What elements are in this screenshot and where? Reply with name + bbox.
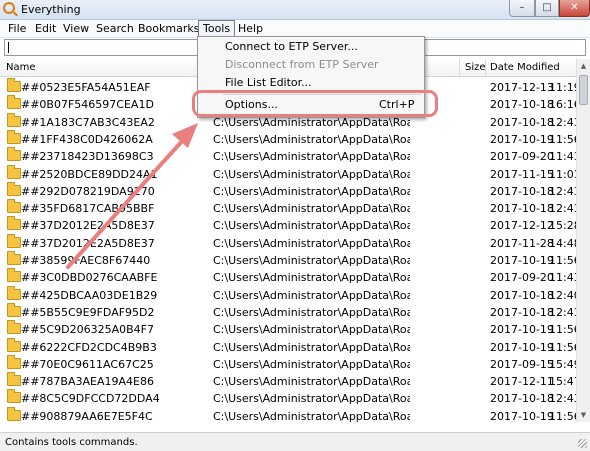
arrow-annotation-icon [66,123,198,269]
